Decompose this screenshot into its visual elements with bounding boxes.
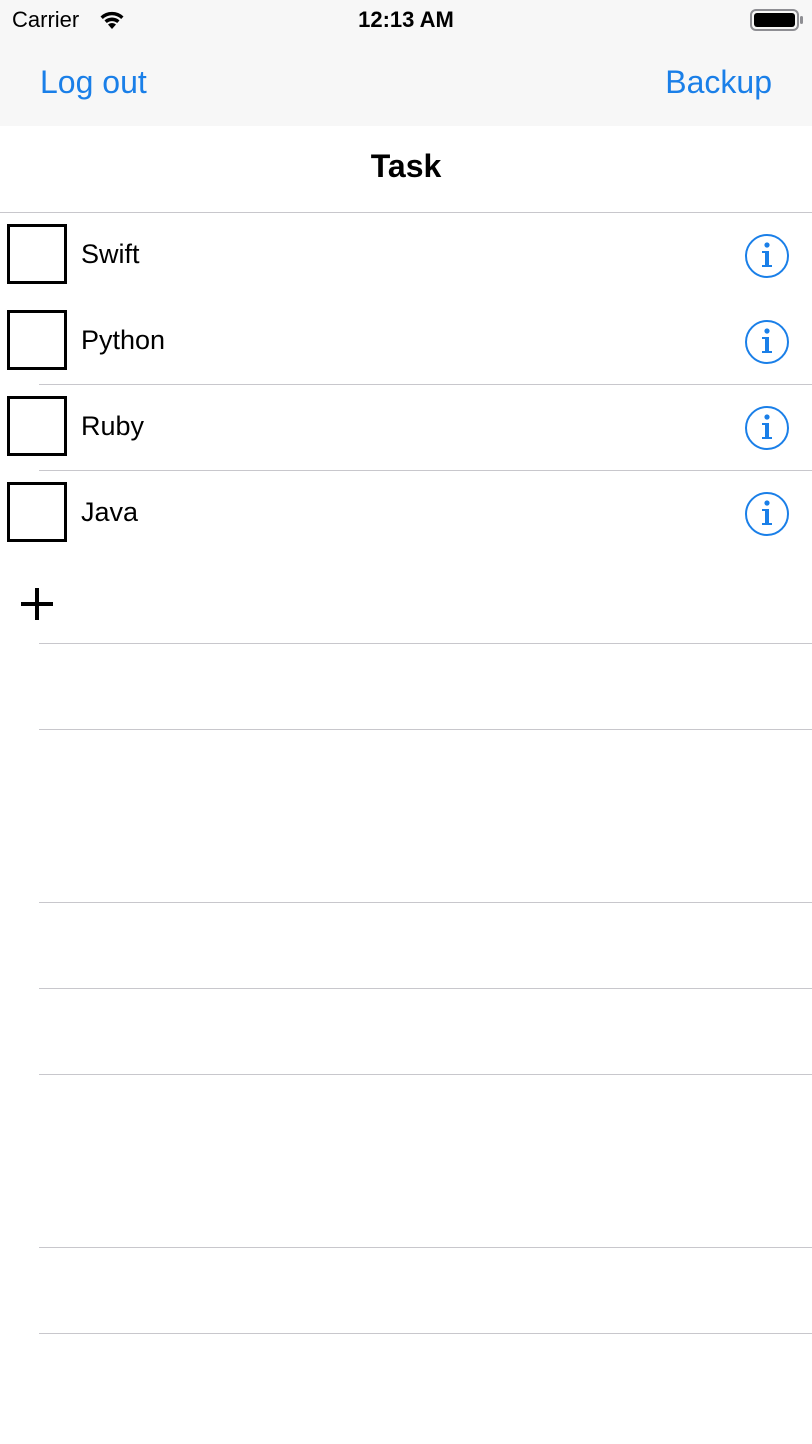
screen: Carrier 12:13 AM Log out Backup Task Swi… (0, 0, 812, 1444)
task-label: Swift (81, 239, 140, 269)
add-task-row (0, 557, 812, 643)
task-row: Python (0, 299, 812, 385)
task-row: Java (0, 471, 812, 557)
task-checkbox[interactable] (7, 482, 67, 542)
task-checkbox[interactable] (7, 396, 67, 456)
row-separator (39, 902, 812, 903)
task-list: Swift Python Ruby Java (0, 213, 812, 643)
task-label: Python (81, 325, 166, 355)
info-icon[interactable] (744, 233, 790, 279)
row-separator (39, 1074, 812, 1075)
section-header: Task (0, 126, 812, 213)
task-row: Ruby (0, 385, 812, 471)
task-label: Java (81, 497, 139, 527)
task-label: Ruby (81, 411, 145, 441)
row-separator (39, 643, 812, 644)
task-checkbox[interactable] (7, 310, 67, 370)
row-separator (39, 1333, 812, 1334)
backup-button[interactable]: Backup (665, 62, 772, 102)
log-out-button[interactable]: Log out (40, 62, 147, 102)
info-icon[interactable] (744, 405, 790, 451)
clock: 12:13 AM (358, 7, 454, 32)
battery-icon (750, 9, 803, 31)
page-title: Task (370, 148, 442, 184)
task-checkbox[interactable] (7, 224, 67, 284)
row-separator (39, 729, 812, 730)
task-row: Swift (0, 213, 812, 299)
row-separator (39, 1247, 812, 1248)
info-icon[interactable] (744, 319, 790, 365)
top-bar: Carrier 12:13 AM Log out Backup (0, 0, 812, 126)
info-icon[interactable] (744, 491, 790, 537)
row-separator (39, 988, 812, 989)
plus-icon[interactable] (20, 587, 54, 621)
status-bar: Carrier 12:13 AM (0, 0, 812, 40)
